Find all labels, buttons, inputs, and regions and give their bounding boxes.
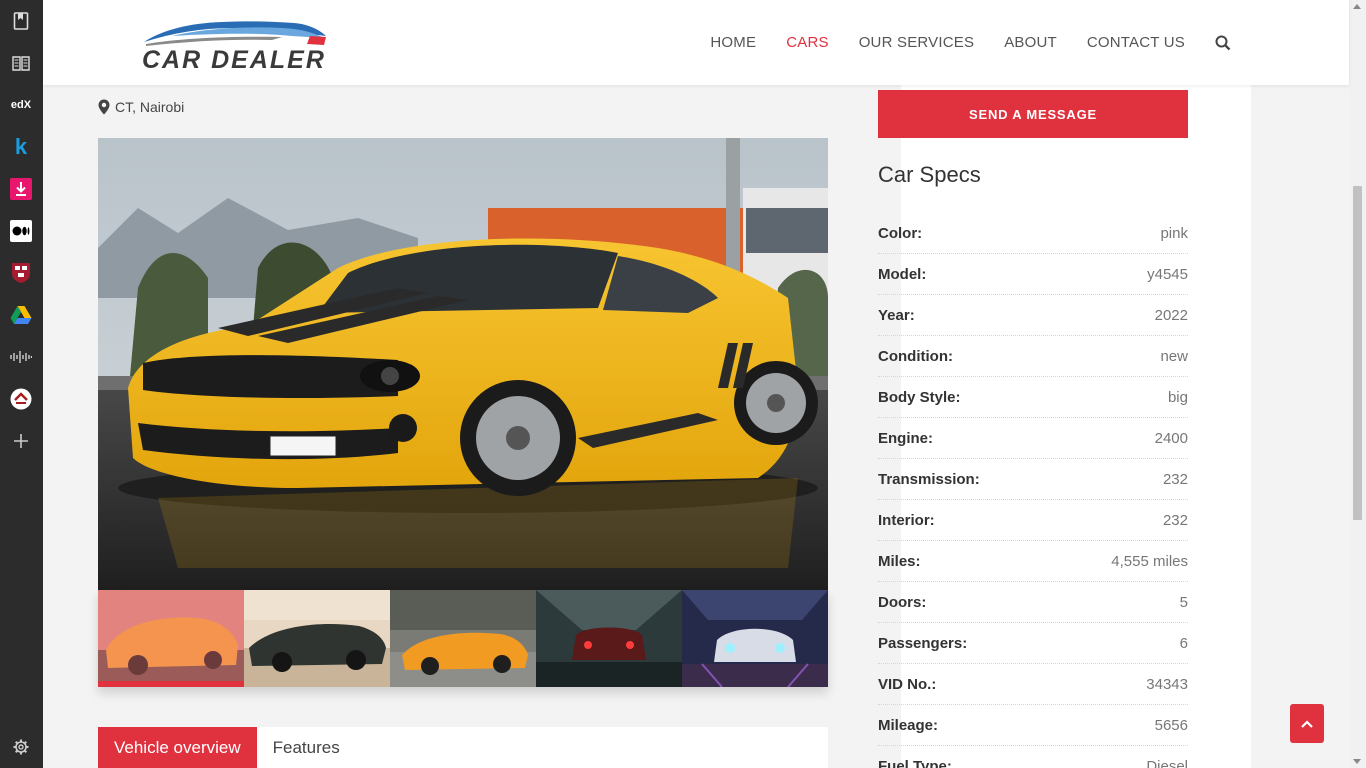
browser-sidebar: edX k (0, 0, 43, 768)
thumbnail-3[interactable] (390, 590, 536, 687)
car-dealer-logo[interactable]: CAR DEALER (142, 16, 328, 74)
location-text: CT, Nairobi (115, 99, 185, 115)
nav-contact-us[interactable]: CONTACT US (1087, 34, 1185, 51)
scrollbar-thumb[interactable] (1353, 186, 1362, 520)
cisco-icon[interactable] (10, 346, 32, 368)
nav-about[interactable]: ABOUT (1004, 34, 1057, 51)
spec-row: Body Style: big (878, 377, 1188, 418)
thumbnail-2[interactable] (244, 590, 390, 687)
equity-icon[interactable] (10, 388, 32, 410)
main-car-image[interactable] (98, 138, 828, 590)
listing-tabs: Vehicle overview Features (98, 727, 828, 768)
spec-row: Transmission: 232 (878, 459, 1188, 500)
spec-label: Passengers: (878, 634, 968, 652)
spec-label: Condition: (878, 347, 953, 365)
spec-row: Mileage: 5656 (878, 705, 1188, 746)
spec-value: Diesel (1146, 757, 1188, 768)
spec-row: Doors: 5 (878, 582, 1188, 623)
spec-row: Color: pink (878, 213, 1188, 254)
spec-label: Transmission: (878, 470, 980, 488)
logo-car-swoosh-icon (144, 21, 326, 46)
spec-label: Color: (878, 224, 923, 242)
spec-label: Mileage: (878, 716, 939, 734)
spec-label: Body Style: (878, 388, 961, 406)
google-drive-icon[interactable] (10, 304, 32, 326)
thumbnail-5[interactable] (682, 590, 828, 687)
spec-label: Year: (878, 306, 915, 324)
spec-value: 5 (1179, 593, 1188, 611)
spec-value: 4,555 miles (1111, 552, 1188, 570)
spec-label: Model: (878, 265, 927, 283)
car-specs-list: Color: pink Model: y4545 Year: 2022 Conditi… (878, 213, 1188, 768)
download-icon[interactable] (10, 178, 32, 200)
spec-row: Interior: 232 (878, 500, 1188, 541)
medium-icon[interactable] (10, 220, 32, 242)
spec-value: 2022 (1154, 306, 1188, 324)
main-nav: HOME CARS OUR SERVICES ABOUT CONTACT US (680, 0, 1231, 85)
spec-value: 5656 (1154, 716, 1188, 734)
spec-value: pink (1160, 224, 1188, 242)
spec-value: 2400 (1154, 429, 1188, 447)
nav-our-services[interactable]: OUR SERVICES (859, 34, 975, 51)
harvard-icon[interactable] (10, 262, 32, 284)
spec-row: Condition: new (878, 336, 1188, 377)
spec-value: 34343 (1146, 675, 1188, 693)
search-icon[interactable] (1215, 35, 1231, 51)
spec-value: new (1160, 347, 1188, 365)
spec-row: Miles: 4,555 miles (878, 541, 1188, 582)
thumbnail-strip (98, 590, 828, 687)
nav-cars[interactable]: CARS (786, 34, 828, 51)
spec-value: 232 (1162, 470, 1188, 488)
tab-vehicle-overview[interactable]: Vehicle overview (98, 727, 257, 768)
spec-label: Interior: (878, 511, 935, 529)
car-specs-title: Car Specs (878, 162, 981, 187)
back-to-top-button[interactable] (1290, 704, 1324, 743)
spec-row: Year: 2022 (878, 295, 1188, 336)
spec-label: VID No.: (878, 675, 937, 693)
spec-label: Engine: (878, 429, 933, 447)
site-header: CAR DEALER HOME CARS OUR SERVICES ABOUT … (43, 0, 1349, 85)
spec-row: Model: y4545 (878, 254, 1188, 295)
spec-label: Fuel Type: (878, 757, 952, 768)
scroll-up-arrow-icon[interactable] (1353, 4, 1361, 9)
chevron-up-icon (1301, 719, 1313, 728)
listing-location: CT, Nairobi (98, 99, 184, 115)
bookmark-icon[interactable] (10, 10, 32, 32)
spec-row: VID No.: 34343 (878, 664, 1188, 705)
spec-row: Engine: 2400 (878, 418, 1188, 459)
edx-icon[interactable]: edX (10, 94, 32, 116)
spec-row: Passengers: 6 (878, 623, 1188, 664)
spec-value: 6 (1179, 634, 1188, 652)
settings-icon[interactable] (10, 736, 32, 758)
send-message-button[interactable]: SEND A MESSAGE (878, 90, 1188, 138)
spec-value: 232 (1162, 511, 1188, 529)
map-marker-icon (98, 99, 110, 115)
logo-text: CAR DEALER (142, 46, 326, 74)
spec-value: big (1167, 388, 1188, 406)
spec-value: y4545 (1147, 265, 1188, 283)
spec-label: Doors: (878, 593, 927, 611)
k-icon[interactable]: k (10, 134, 32, 159)
scroll-down-arrow-icon[interactable] (1353, 759, 1361, 764)
tab-features[interactable]: Features (257, 727, 356, 768)
add-icon[interactable] (10, 430, 32, 452)
spec-label: Miles: (878, 552, 921, 570)
spec-row: Fuel Type: Diesel (878, 746, 1188, 768)
nav-home[interactable]: HOME (710, 34, 756, 51)
thumbnail-1[interactable] (98, 590, 244, 687)
page-scrollbar[interactable] (1349, 0, 1366, 768)
reader-icon[interactable] (10, 52, 32, 74)
thumbnail-4[interactable] (536, 590, 682, 687)
